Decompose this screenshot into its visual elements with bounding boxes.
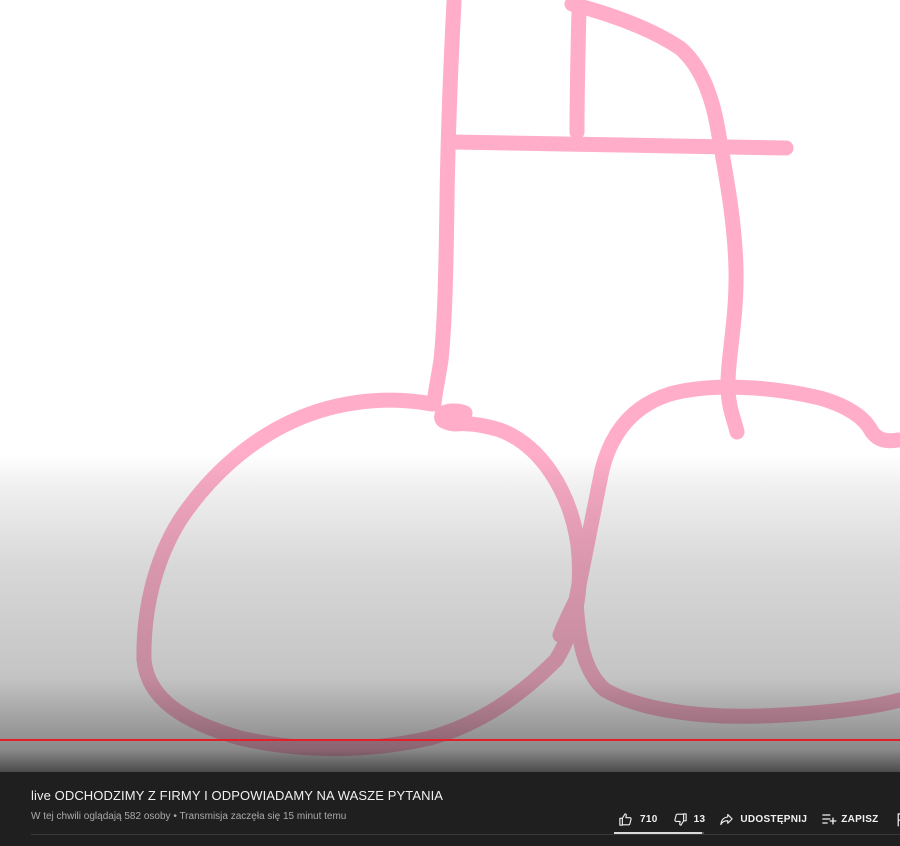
flag-icon	[896, 812, 900, 827]
info-divider	[31, 834, 900, 835]
action-bar: 710 13 UDOSTĘPNIJ ZAPISZ	[614, 809, 900, 829]
drawn-stroke-right-circle	[552, 379, 900, 724]
save-label: ZAPISZ	[841, 813, 879, 825]
thumbs-down-icon	[673, 812, 688, 827]
drawn-stroke-horizontal-line	[444, 134, 794, 156]
video-title: live ODCHODZIMY Z FIRMY I ODPOWIADAMY NA…	[31, 788, 444, 803]
like-button[interactable]: 710	[618, 812, 658, 827]
dislike-button[interactable]: 13	[673, 812, 706, 827]
share-label: UDOSTĘPNIJ	[740, 813, 808, 825]
viewer-count: W tej chwili oglądają 582 osoby	[31, 811, 171, 822]
dislike-count: 13	[693, 813, 706, 825]
report-button[interactable]	[896, 812, 900, 827]
stream-start-time: Transmisja zaczęła się 15 minut temu	[179, 811, 347, 822]
live-progress-bar[interactable]	[0, 739, 900, 741]
drawn-stroke-left-shaft	[426, 0, 462, 412]
video-frame-drawing	[136, 0, 900, 756]
drawn-stroke-right-shaft	[564, 0, 745, 440]
share-button[interactable]: UDOSTĘPNIJ	[719, 812, 807, 827]
video-player[interactable]	[0, 0, 900, 772]
video-page: live ODCHODZIMY Z FIRMY I ODPOWIADAMY NA…	[0, 0, 900, 846]
drawn-stroke-left-circle	[136, 392, 587, 756]
share-arrow-icon	[719, 812, 734, 827]
meta-separator: •	[173, 811, 177, 822]
video-meta: W tej chwili oglądają 582 osoby • Transm…	[31, 811, 346, 822]
thumbs-up-icon	[618, 812, 633, 827]
save-button[interactable]: ZAPISZ	[821, 812, 878, 826]
drawn-stroke-inner-vertical	[569, 2, 587, 140]
playlist-add-icon	[821, 812, 837, 826]
video-info-panel: live ODCHODZIMY Z FIRMY I ODPOWIADAMY NA…	[0, 772, 900, 846]
like-count: 710	[640, 813, 658, 825]
